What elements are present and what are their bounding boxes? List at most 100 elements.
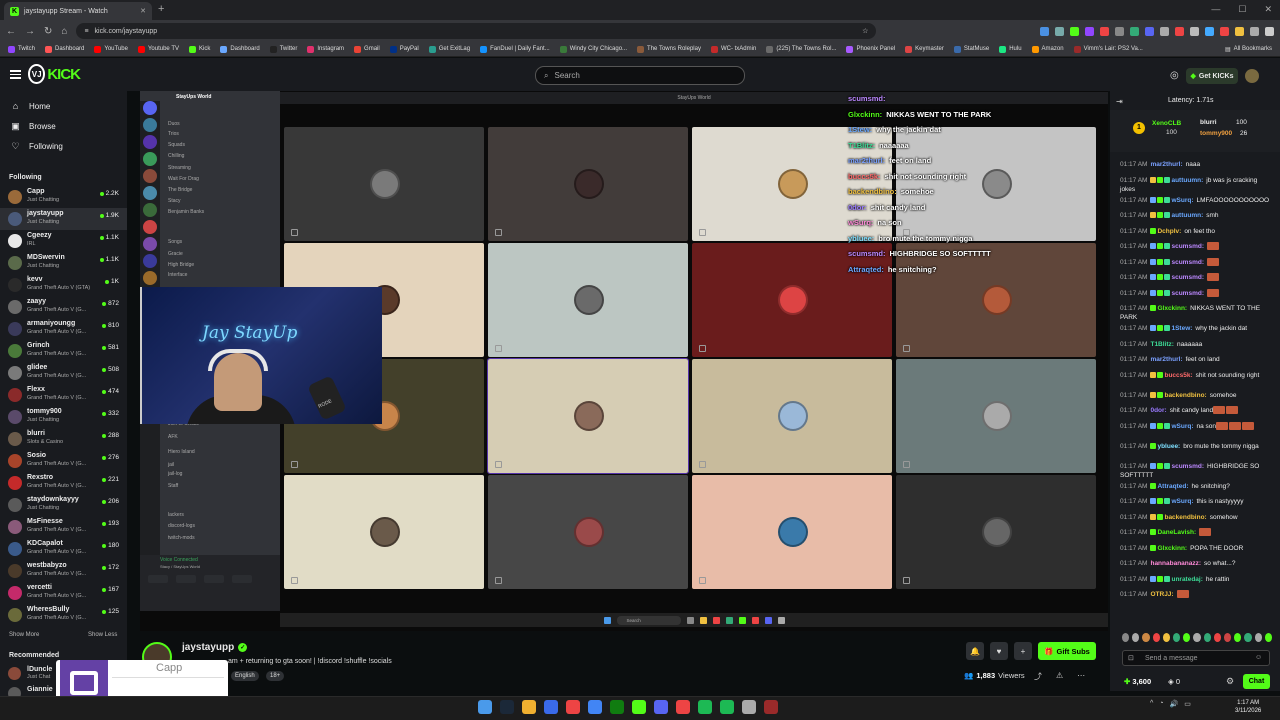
bookmark-item[interactable]: Youtube TV: [137, 45, 179, 53]
message-username[interactable]: Dchplv:: [1157, 228, 1181, 235]
quick-emote-icon[interactable]: [1224, 633, 1232, 642]
message-username[interactable]: wSurq:: [1171, 423, 1193, 430]
taskbar-app-icon[interactable]: [632, 700, 646, 714]
bookmark-star-icon[interactable]: ☆: [862, 27, 868, 35]
show-more-button[interactable]: Show More: [9, 632, 39, 638]
video-tile[interactable]: [488, 475, 688, 589]
message-username[interactable]: scumsmd:: [1171, 243, 1204, 250]
bookmark-item[interactable]: (225) The Towns Rol...: [766, 45, 836, 53]
extension-icon[interactable]: [1265, 26, 1274, 36]
chevron-up-icon[interactable]: ^: [1150, 700, 1153, 708]
taskbar-app-icon[interactable]: [478, 700, 492, 714]
system-clock[interactable]: 1:17 AM 3/11/2026: [1235, 699, 1261, 715]
chat-command-icon[interactable]: ⊡: [1128, 654, 1134, 662]
tag-language[interactable]: English: [231, 671, 259, 681]
quick-emote-icon[interactable]: [1264, 633, 1273, 642]
following-item-sosio[interactable]: Sosio Grand Theft Auto V (G... 276: [0, 450, 127, 472]
following-item-vercetti[interactable]: vercetti Grand Theft Auto V (G... 167: [0, 582, 127, 604]
get-kicks-button[interactable]: ◆ Get KICKs: [1186, 68, 1238, 84]
chat-send-button[interactable]: Chat: [1243, 674, 1270, 689]
extension-icon[interactable]: [1250, 26, 1259, 36]
quick-emote-icon[interactable]: [1122, 633, 1130, 642]
message-username[interactable]: wSurq:: [1171, 498, 1193, 505]
quick-emote-icon[interactable]: [1162, 633, 1171, 642]
extension-icon[interactable]: [1130, 26, 1139, 36]
following-item-armaniyoungg[interactable]: armaniyoungg Grand Theft Auto V (G... 810: [0, 318, 127, 340]
bookmark-item[interactable]: StatMuse: [953, 45, 989, 53]
message-username[interactable]: auttuumn:: [1171, 177, 1203, 184]
tile-expand-icon[interactable]: [291, 577, 298, 584]
following-item-kevv[interactable]: kevv Grand Theft Auto V (GTA) 1K: [0, 274, 127, 296]
site-info-icon[interactable]: ≡: [84, 28, 88, 35]
quick-emote-icon[interactable]: [1203, 633, 1211, 642]
message-username[interactable]: mar2thurl:: [1150, 161, 1182, 168]
quick-emote-icon[interactable]: [1152, 633, 1160, 642]
extension-icon[interactable]: [1145, 26, 1154, 36]
video-tile[interactable]: [692, 475, 892, 589]
message-username[interactable]: unratedaj:: [1171, 576, 1202, 583]
message-username[interactable]: scumsmd:: [1171, 290, 1204, 297]
tile-expand-icon[interactable]: [495, 345, 502, 352]
extension-icon[interactable]: [1115, 26, 1124, 36]
quick-emote-icon[interactable]: [1173, 633, 1181, 642]
tile-expand-icon[interactable]: [699, 461, 706, 468]
bookmark-item[interactable]: YouTube: [94, 45, 128, 53]
bookmark-item[interactable]: Vimm's Lair: PS2 Va...: [1073, 45, 1143, 53]
report-icon[interactable]: ⚠: [1056, 671, 1063, 682]
menu-icon[interactable]: [10, 70, 21, 79]
following-item-tommy900[interactable]: tommy900 Just Chatting 332: [0, 406, 127, 428]
bookmark-item[interactable]: FanDuel | Daily Fant...: [480, 45, 550, 53]
video-tile[interactable]: [488, 243, 688, 357]
more-icon[interactable]: ⋯: [1077, 671, 1085, 682]
video-tile[interactable]: [692, 359, 892, 473]
following-item-rexstro[interactable]: Rexstro Grand Theft Auto V (G... 221: [0, 472, 127, 494]
tile-expand-icon[interactable]: [291, 229, 298, 236]
notifications-icon[interactable]: ◎: [1170, 70, 1179, 81]
kick-logo[interactable]: VJ KICK: [28, 64, 81, 84]
following-item-flexx[interactable]: Flexx Grand Theft Auto V (G... 474: [0, 384, 127, 406]
minimize-icon[interactable]: —: [1211, 4, 1220, 15]
following-item-blurri[interactable]: blurri Slots & Casino 288: [0, 428, 127, 450]
tile-expand-icon[interactable]: [699, 345, 706, 352]
quick-emote-icon[interactable]: [1183, 633, 1191, 642]
close-window-icon[interactable]: ✕: [1264, 4, 1272, 15]
quick-emote-icon[interactable]: [1234, 633, 1242, 642]
video-tile[interactable]: [488, 127, 688, 241]
extension-icon[interactable]: [1190, 26, 1199, 36]
message-username[interactable]: buccs5k:: [1164, 372, 1192, 379]
message-username[interactable]: hannabananazz:: [1150, 560, 1201, 567]
bookmark-item[interactable]: Get ExitLag: [428, 45, 470, 53]
message-username[interactable]: backendbino:: [1164, 514, 1206, 521]
taskbar-app-icon[interactable]: [610, 700, 624, 714]
streamer-name[interactable]: jaystayupp: [182, 642, 234, 653]
following-item-grinch[interactable]: Grinch Grand Theft Auto V (G... 581: [0, 340, 127, 362]
battery-icon[interactable]: ▭: [1184, 700, 1191, 708]
extension-icon[interactable]: [1205, 26, 1214, 36]
all-bookmarks[interactable]: ▤ All Bookmarks: [1225, 46, 1272, 53]
add-button[interactable]: +: [1014, 642, 1032, 660]
message-username[interactable]: wSurq:: [1171, 197, 1193, 204]
message-username[interactable]: DaneLavish:: [1157, 529, 1196, 536]
following-item-cgeezy[interactable]: Cgeezy IRL 1.1K: [0, 230, 127, 252]
share-icon[interactable]: ⤴: [1034, 671, 1042, 682]
quick-emote-icon[interactable]: [1142, 633, 1150, 642]
send-message-input[interactable]: Send a message: [1122, 650, 1270, 666]
quick-emote-icon[interactable]: [1244, 633, 1252, 642]
message-username[interactable]: Glxckinn:: [1157, 545, 1187, 552]
following-item-jaystayupp[interactable]: jaystayupp Just Chatting 1.9K: [0, 208, 127, 230]
tile-expand-icon[interactable]: [495, 229, 502, 236]
taskbar-app-icon[interactable]: [654, 700, 668, 714]
show-less-button[interactable]: Show Less: [88, 632, 117, 638]
message-username[interactable]: 0dor:: [1150, 407, 1166, 414]
following-item-westbabyzo[interactable]: westbabyzo Grand Theft Auto V (G... 172: [0, 560, 127, 582]
nav-following[interactable]: ♡ Following: [10, 141, 62, 152]
close-tab-icon[interactable]: ✕: [140, 7, 146, 15]
following-item-capp[interactable]: Capp Just Chatting 2.2K: [0, 186, 127, 208]
following-item-zaayy[interactable]: zaayy Grand Theft Auto V (G... 872: [0, 296, 127, 318]
following-item-mdswervin[interactable]: MDSwervin Just Chatting 1.1K: [0, 252, 127, 274]
extension-icon[interactable]: [1040, 26, 1049, 36]
bookmark-item[interactable]: Amazon: [1031, 45, 1064, 53]
message-username[interactable]: Attraqted:: [1157, 483, 1188, 490]
following-item-kdcapalot[interactable]: KDCapalot Grand Theft Auto V (G... 180: [0, 538, 127, 560]
tile-expand-icon[interactable]: [699, 229, 706, 236]
